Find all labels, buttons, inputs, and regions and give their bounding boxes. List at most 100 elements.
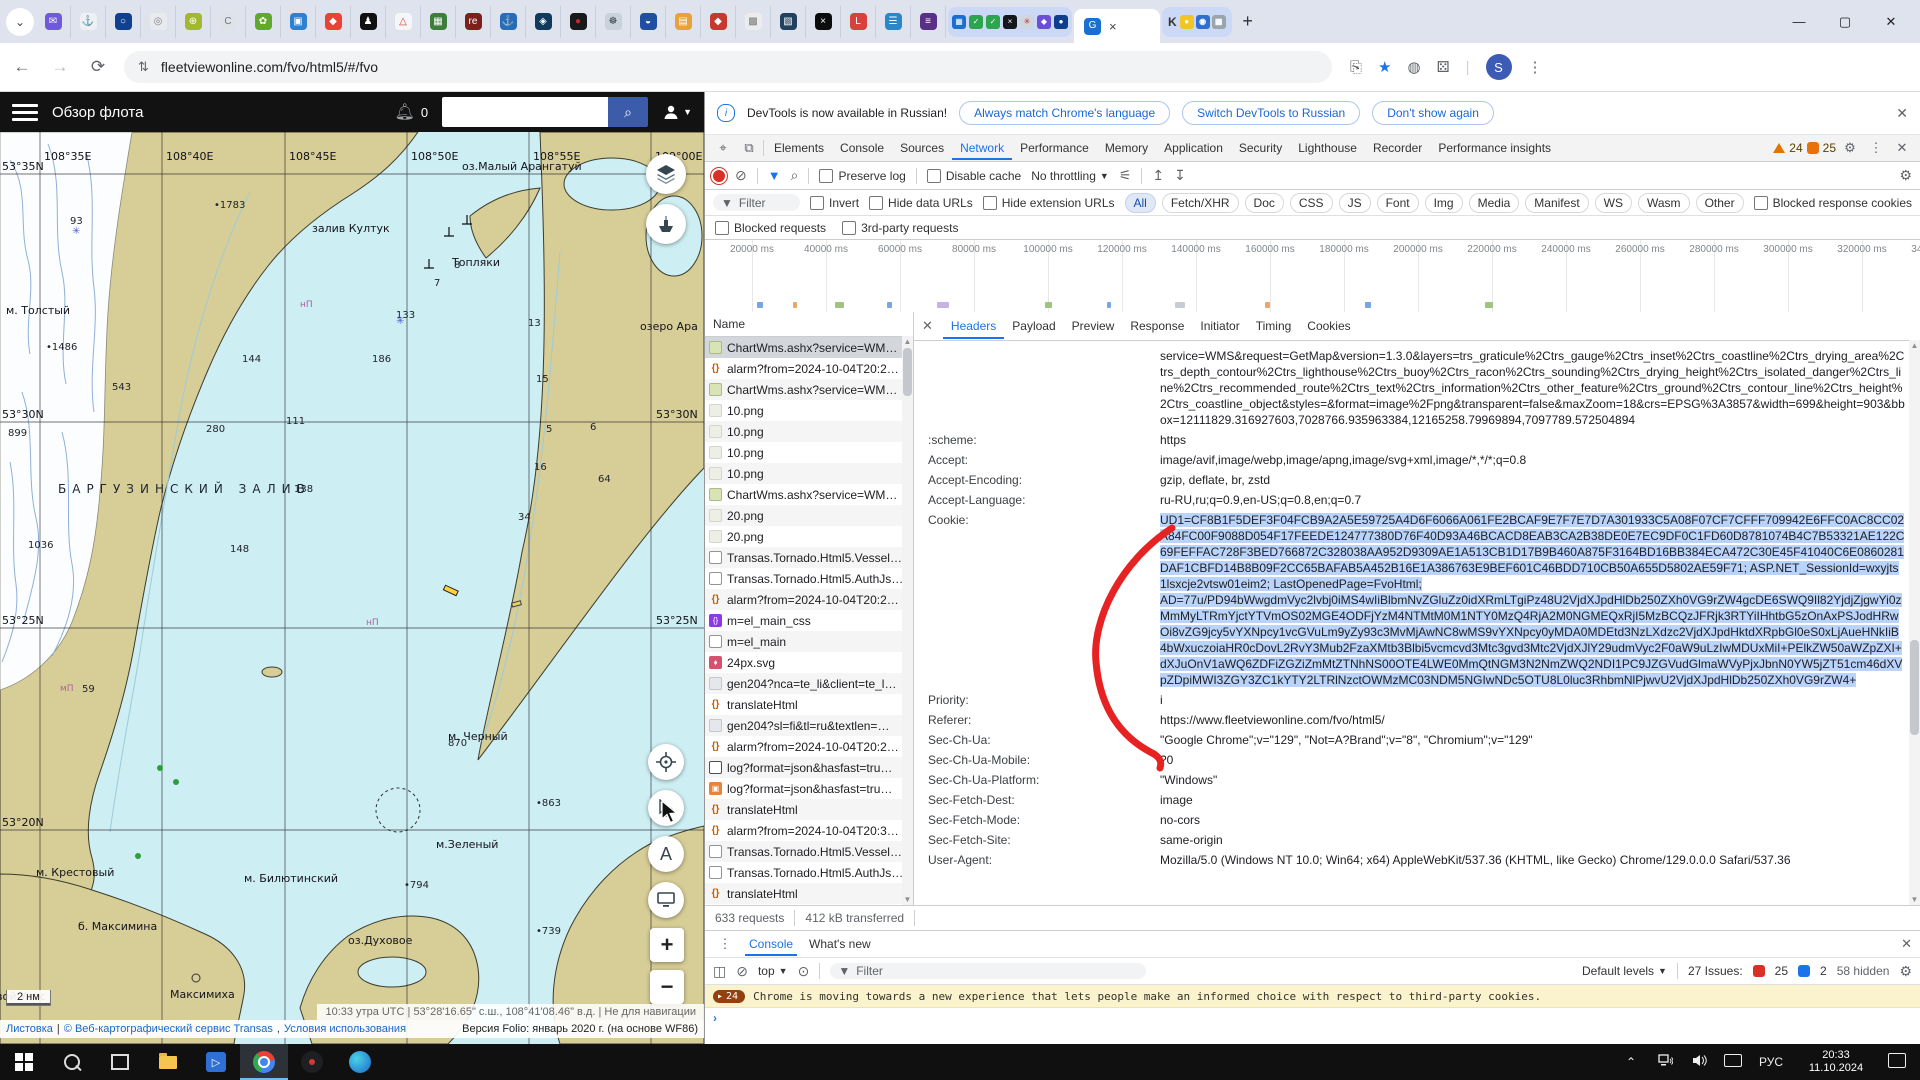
request-row[interactable]: {} alarm?from=2024-10-04T20:2… — [705, 736, 913, 757]
action-center-icon[interactable] — [1882, 1053, 1912, 1071]
label-tool-button[interactable]: A — [648, 836, 684, 872]
app-swirl-button[interactable] — [336, 1044, 384, 1080]
filter-chip[interactable]: Font — [1377, 193, 1419, 213]
export-har-icon[interactable]: ↧ — [1174, 167, 1186, 184]
request-row[interactable]: 10.png — [705, 463, 913, 484]
devtools-tab[interactable]: Security — [1231, 136, 1290, 160]
log-levels-dropdown[interactable]: Default levels▼ — [1582, 964, 1667, 978]
console-prompt[interactable]: › — [705, 1008, 1920, 1028]
reload-icon[interactable]: ⟳ — [86, 57, 110, 77]
pinned-t ab[interactable]: ⊕ — [176, 6, 211, 38]
filter-chip[interactable]: All — [1125, 193, 1156, 213]
search-button[interactable]: ⌕ — [608, 97, 648, 127]
search-input[interactable] — [442, 97, 608, 127]
new-tab-button[interactable]: + — [1234, 8, 1262, 36]
pinned-t ab[interactable]: L — [841, 6, 876, 38]
device-toolbar-icon[interactable]: ⧉ — [737, 140, 761, 156]
request-row[interactable]: Transas.Tornado.Html5.AuthJs… — [705, 568, 913, 589]
request-row[interactable]: Transas.Tornado.Html5.Vessel… — [705, 547, 913, 568]
network-filter-input[interactable]: ▼ Filter — [713, 194, 800, 211]
network-settings-gear-icon[interactable]: ⚙ — [1899, 167, 1912, 184]
warning-count[interactable]: 24 — [1789, 141, 1802, 155]
filter-toggle-icon[interactable]: ▼ — [768, 168, 781, 183]
devtools-tab[interactable]: Network — [952, 136, 1012, 160]
task-view-button[interactable] — [96, 1044, 144, 1080]
pinned-t ab[interactable]: ✉ — [36, 6, 71, 38]
issues-icon[interactable] — [1807, 142, 1819, 154]
request-row[interactable]: 10.png — [705, 442, 913, 463]
warning-triangle-icon[interactable] — [1773, 143, 1785, 153]
locate-button[interactable] — [648, 744, 684, 780]
url-text[interactable]: fleetviewonline.com/fvo/html5/#/fvo — [161, 59, 378, 75]
pinned-t ab[interactable]: ◆ — [701, 6, 736, 38]
pinned-t ab[interactable]: ● — [561, 6, 596, 38]
dont-show-button[interactable]: Don't show again — [1372, 101, 1494, 125]
pinned-t ab[interactable]: ⚓ — [491, 6, 526, 38]
console-warning-message[interactable]: ▸24 Chrome is moving towards a new exper… — [705, 985, 1920, 1008]
request-row[interactable]: {} m=el_main_css — [705, 610, 913, 631]
user-menu[interactable]: ▼ — [662, 103, 692, 121]
request-row[interactable]: {} alarm?from=2024-10-04T20:3… — [705, 820, 913, 841]
bookmark-star-icon[interactable]: ★ — [1378, 58, 1391, 76]
site-settings-icon[interactable]: ⇅ — [138, 59, 149, 75]
taskbar-clock[interactable]: 20:33 11.10.2024 — [1794, 1049, 1878, 1075]
pinned-t ab[interactable]: ⚓ — [71, 6, 106, 38]
keyboard-icon[interactable] — [1718, 1054, 1748, 1070]
app-blue-button[interactable]: ▷ — [192, 1044, 240, 1080]
request-list-header[interactable]: Name — [705, 312, 913, 337]
maximize-button[interactable]: ▢ — [1822, 0, 1868, 43]
details-tab[interactable]: Preview — [1064, 313, 1123, 339]
drawer-menu-icon[interactable]: ⋮ — [713, 936, 737, 952]
request-row[interactable]: 10.png — [705, 400, 913, 421]
preserve-log-checkbox[interactable]: Preserve log — [819, 169, 905, 183]
notifications-bell-icon[interactable]: 🔔︎ — [395, 102, 415, 122]
devtools-tab[interactable]: Console — [832, 136, 892, 160]
address-bar[interactable]: ⇅ fleetviewonline.com/fvo/html5/#/fvo — [124, 51, 1332, 83]
screen-button[interactable] — [648, 882, 684, 918]
pinned-t ab[interactable]: ▣ — [281, 6, 316, 38]
filter-chip[interactable]: JS — [1339, 193, 1371, 213]
filter-chip[interactable]: Img — [1425, 193, 1463, 213]
tab-close-icon[interactable]: × — [1109, 19, 1117, 34]
minimize-button[interactable]: — — [1776, 0, 1822, 43]
filter-chip[interactable]: Fetch/XHR — [1162, 193, 1239, 213]
extensions-icon[interactable]: ⚄ — [1437, 58, 1450, 76]
volume-icon[interactable] — [1684, 1054, 1714, 1070]
request-row[interactable]: {} translateHtml — [705, 799, 913, 820]
request-row[interactable]: ♦ 24px.svg — [705, 652, 913, 673]
banner-close-icon[interactable]: ✕ — [1896, 105, 1908, 122]
hide-extension-urls-checkbox[interactable]: Hide extension URLs — [983, 196, 1115, 210]
console-sidebar-icon[interactable]: ◫ — [713, 963, 726, 980]
filter-chip[interactable]: Doc — [1245, 193, 1284, 213]
filter-chip[interactable]: Manifest — [1525, 193, 1588, 213]
issues-label[interactable]: 27 Issues: — [1688, 964, 1743, 978]
request-row[interactable]: m=el_main — [705, 631, 913, 652]
search-icon[interactable]: ⌕ — [791, 167, 799, 184]
network-overview-timeline[interactable]: 20000 ms 40000 ms 60000 ms 80000 ms 1000… — [705, 240, 1920, 313]
hide-data-urls-checkbox[interactable]: Hide data URLs — [869, 196, 973, 210]
tab-group[interactable]: ▦ ✓ ✓ × ✳ ◆ ● — [948, 7, 1072, 37]
request-row[interactable]: ▣ log?format=json&hasfast=tru… — [705, 778, 913, 799]
taskbar-search-button[interactable] — [48, 1044, 96, 1080]
devtools-tab[interactable]: Recorder — [1365, 136, 1430, 160]
details-tab[interactable]: Response — [1122, 313, 1192, 339]
blocked-cookies-checkbox[interactable]: Blocked response cookies — [1754, 196, 1912, 210]
translate-icon[interactable]: ⎘ — [1350, 59, 1362, 76]
invert-checkbox[interactable]: Invert — [810, 196, 859, 210]
zoom-out-button[interactable]: − — [650, 970, 684, 1004]
drawer-close-icon[interactable]: ✕ — [1901, 936, 1912, 952]
pinned-t ab[interactable]: ≡ — [911, 6, 946, 38]
tray-expand-icon[interactable]: ⌃ — [1616, 1055, 1646, 1069]
devtools-tab[interactable]: Sources — [892, 136, 952, 160]
filter-chip[interactable]: CSS — [1290, 193, 1333, 213]
request-row[interactable]: ChartWms.ashx?service=WM… — [705, 337, 913, 358]
pinned-t ab[interactable]: re — [456, 6, 491, 38]
request-row[interactable]: gen204?nca=te_li&client=te_l… — [705, 673, 913, 694]
issues-count[interactable]: 25 — [1823, 141, 1836, 155]
hidden-messages[interactable]: 58 hidden — [1837, 964, 1890, 978]
request-row[interactable]: {} translateHtml — [705, 883, 913, 904]
console-filter-input[interactable]: ▼ Filter — [830, 963, 1146, 979]
active-tab[interactable]: G × — [1074, 9, 1160, 43]
service-link[interactable]: © Веб-картографический сервис Transas — [64, 1023, 273, 1035]
pinned-t ab[interactable]: ◆ — [316, 6, 351, 38]
